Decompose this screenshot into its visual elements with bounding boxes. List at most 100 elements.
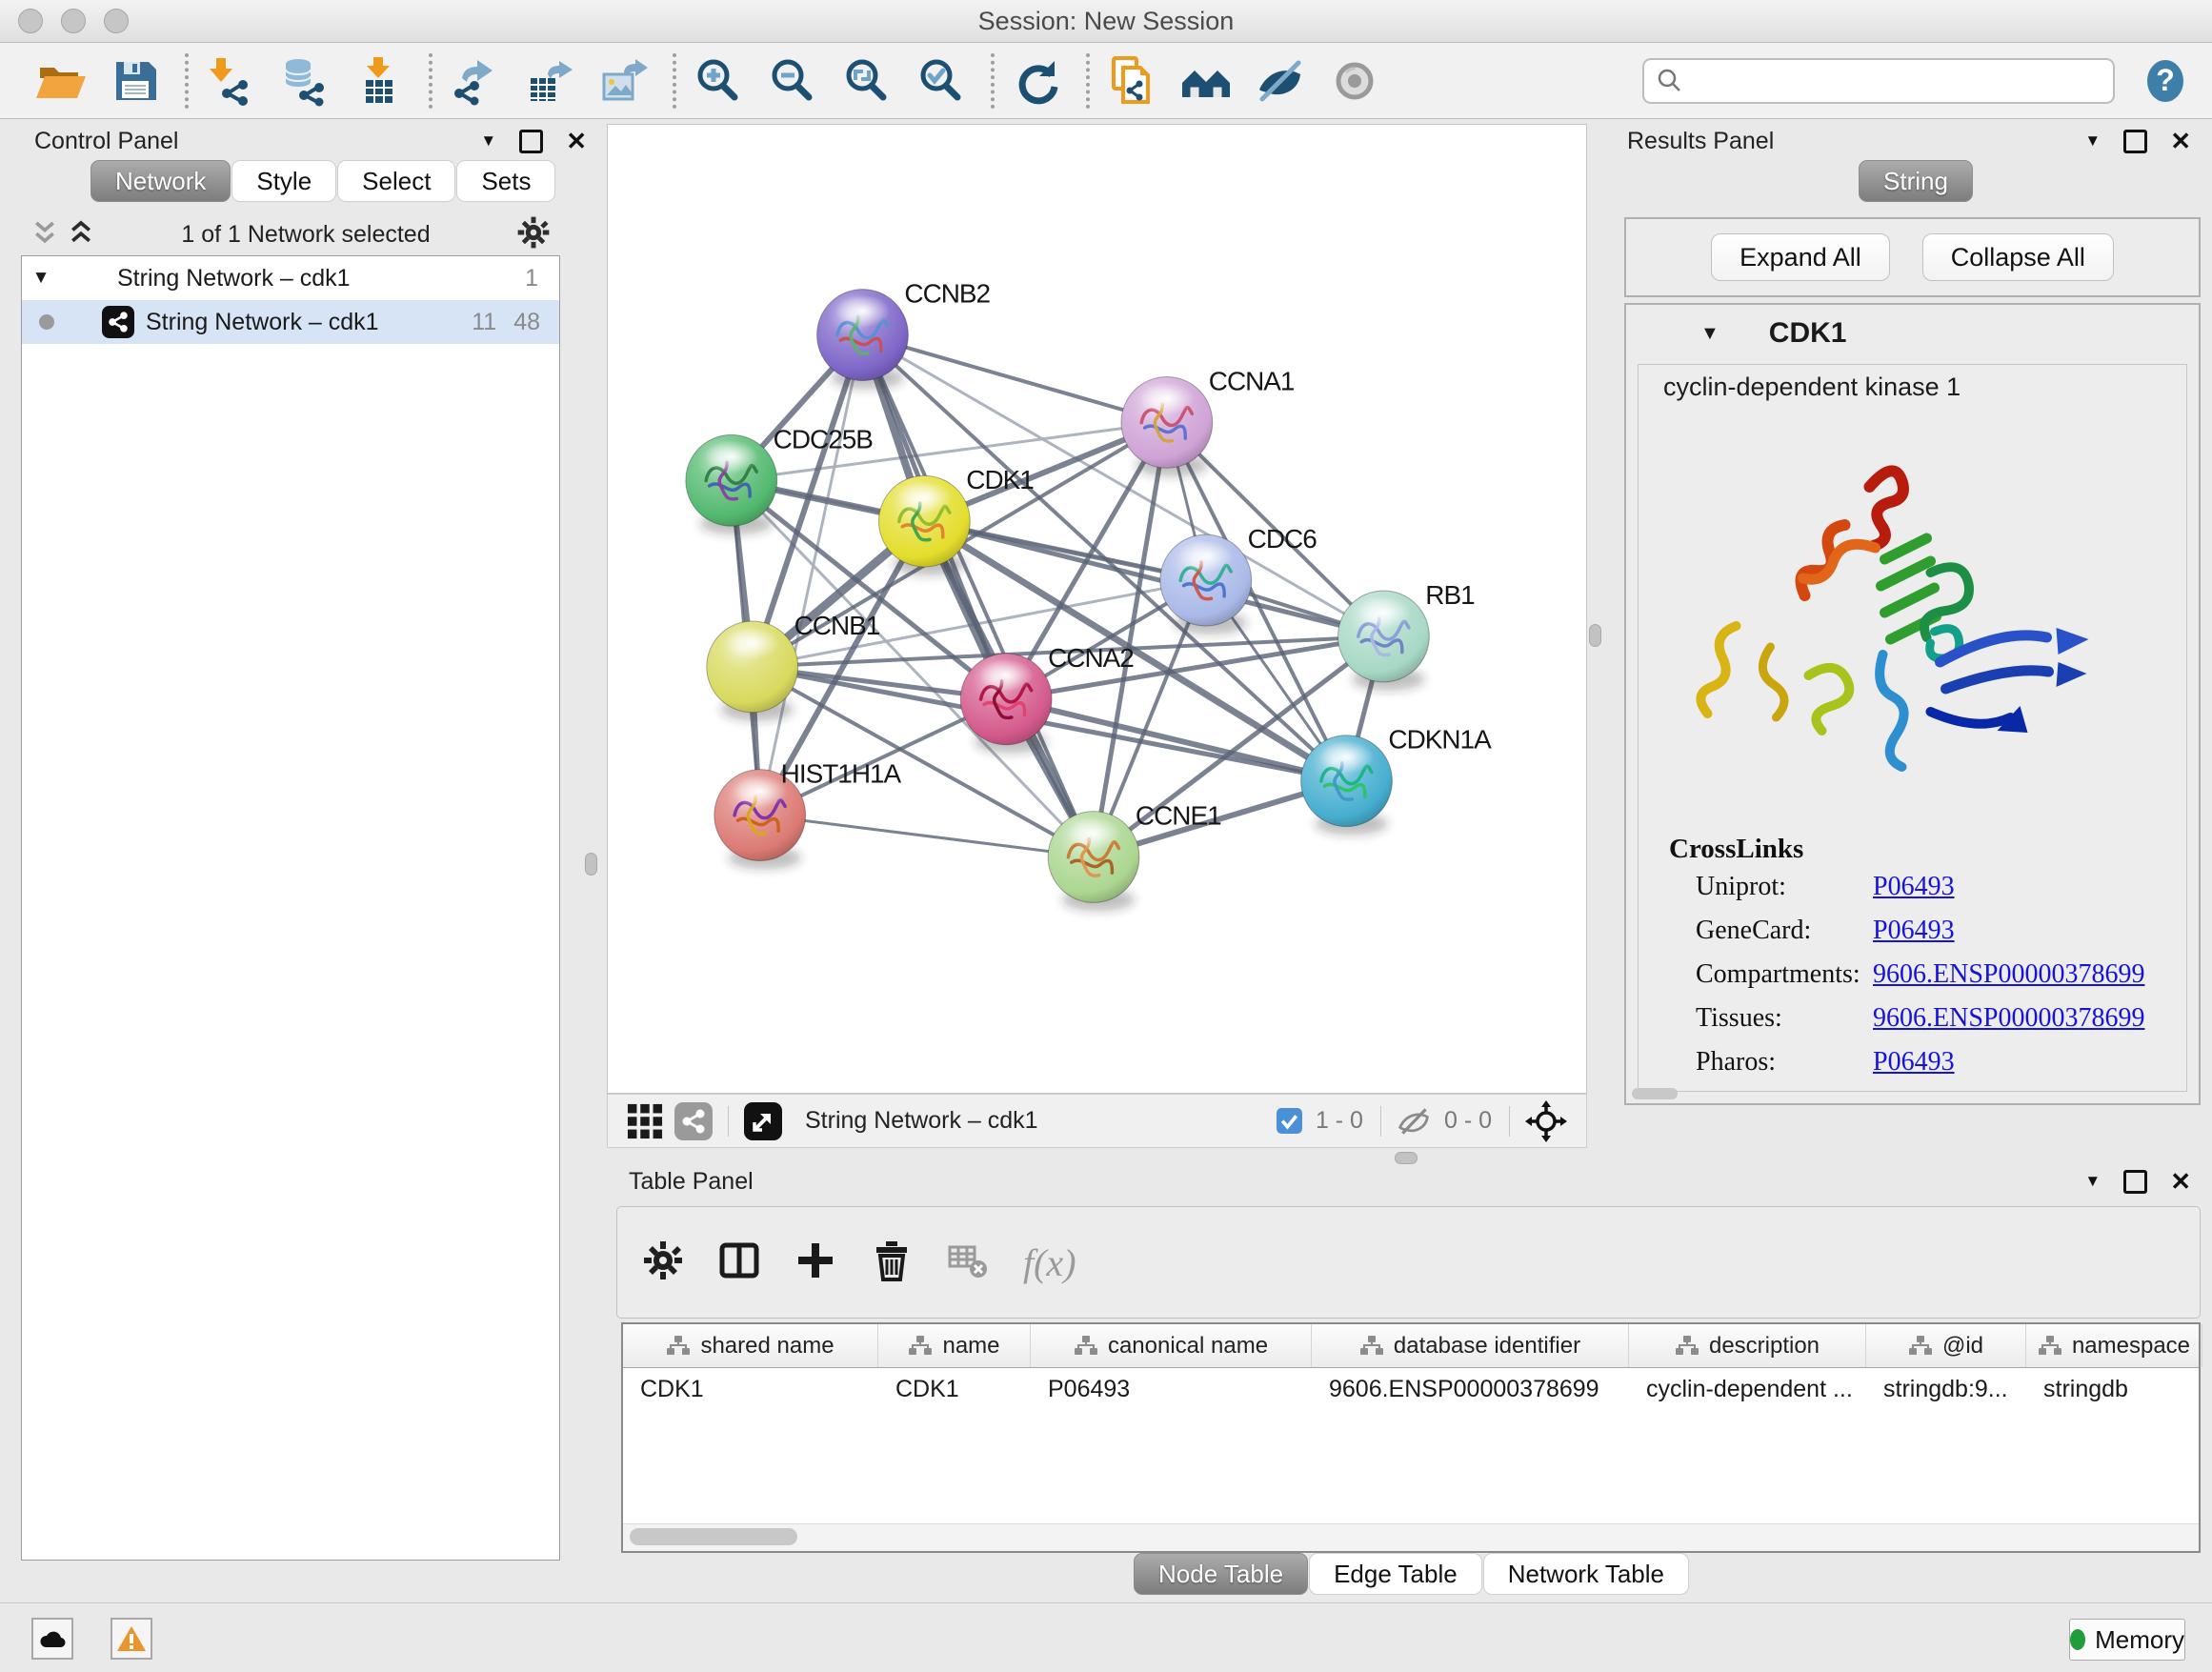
tab-node-table[interactable]: Node Table bbox=[1134, 1553, 1308, 1595]
export-image-button[interactable] bbox=[594, 52, 652, 110]
crosshair-move-button[interactable] bbox=[1525, 1100, 1567, 1142]
selected-checkbox-icon[interactable] bbox=[1277, 1108, 1302, 1134]
crosslink-link[interactable]: 9606.ENSP00000378699 bbox=[1873, 959, 2144, 990]
refresh-button[interactable] bbox=[1008, 52, 1065, 110]
string-home-button[interactable] bbox=[1177, 52, 1235, 110]
network-options-gear-icon[interactable] bbox=[516, 215, 551, 254]
control-panel-close-icon[interactable]: ✕ bbox=[566, 127, 587, 156]
add-column-button[interactable] bbox=[794, 1239, 836, 1286]
crosslink-link[interactable]: P06493 bbox=[1873, 1047, 1955, 1078]
network-node-CCNB1[interactable] bbox=[707, 621, 798, 721]
tab-edge-table[interactable]: Edge Table bbox=[1309, 1553, 1482, 1595]
control-panel-menu-icon[interactable]: ▼ bbox=[480, 131, 496, 151]
tab-network-table[interactable]: Network Table bbox=[1483, 1553, 1689, 1595]
column-header-canonical-name[interactable]: canonical name bbox=[1031, 1324, 1312, 1367]
results-panel-close-icon[interactable]: ✕ bbox=[2170, 127, 2191, 156]
collapse-all-networks-icon[interactable] bbox=[67, 218, 95, 252]
show-all-button[interactable] bbox=[1326, 52, 1383, 110]
network-share-button[interactable] bbox=[674, 1102, 713, 1140]
help-button[interactable]: ? bbox=[2140, 53, 2191, 109]
zoom-out-button[interactable] bbox=[764, 52, 821, 110]
column-header-namespace[interactable]: namespace bbox=[2026, 1324, 2202, 1367]
network-node-CDC25B[interactable] bbox=[686, 434, 777, 534]
right-divider-handle[interactable] bbox=[1589, 624, 1601, 647]
zoom-fit-icon bbox=[841, 55, 893, 107]
column-header-shared-name[interactable]: shared name bbox=[623, 1324, 878, 1367]
table-panel-close-icon[interactable]: ✕ bbox=[2170, 1167, 2191, 1197]
table-options-gear-button[interactable] bbox=[642, 1239, 684, 1286]
zoom-fit-button[interactable] bbox=[838, 52, 895, 110]
import-network-file-button[interactable] bbox=[202, 52, 259, 110]
control-panel-float-icon[interactable] bbox=[519, 130, 543, 153]
warning-status-button[interactable] bbox=[111, 1618, 152, 1660]
table-type-tabs: Node TableEdge TableNetwork Table bbox=[1134, 1553, 1690, 1595]
network-node-CCNE1[interactable] bbox=[1048, 812, 1139, 912]
tab-string[interactable]: String bbox=[1859, 160, 1973, 202]
left-divider-handle[interactable] bbox=[585, 853, 597, 876]
results-scrollbar-thumb[interactable] bbox=[1632, 1088, 1678, 1099]
current-network-title: String Network – cdk1 bbox=[805, 1107, 1038, 1135]
save-session-button[interactable] bbox=[107, 52, 164, 110]
search-field[interactable] bbox=[1642, 58, 2115, 104]
expand-all-networks-icon[interactable] bbox=[30, 218, 59, 252]
network-collection-row[interactable]: ▼ String Network – cdk1 1 bbox=[22, 256, 559, 300]
tab-sets[interactable]: Sets bbox=[456, 160, 555, 202]
zoom-selected-button[interactable] bbox=[913, 52, 970, 110]
crosslink-row: Compartments:9606.ENSP00000378699 bbox=[1669, 953, 2144, 997]
bottom-divider-handle[interactable] bbox=[1395, 1152, 1418, 1164]
memory-button[interactable]: Memory bbox=[2069, 1619, 2185, 1661]
eye-icon bbox=[1329, 55, 1380, 107]
network-node-CDK1[interactable] bbox=[878, 475, 970, 575]
network-node-RB1[interactable] bbox=[1338, 591, 1430, 691]
open-session-button[interactable] bbox=[32, 52, 90, 110]
collection-caret-icon[interactable]: ▼ bbox=[22, 268, 60, 289]
hidden-eye-icon[interactable] bbox=[1397, 1104, 1431, 1138]
column-header-database-identifier[interactable]: database identifier bbox=[1312, 1324, 1629, 1367]
column-header-name[interactable]: name bbox=[878, 1324, 1031, 1367]
crosslink-row: Pharos:P06493 bbox=[1669, 1040, 2144, 1084]
copy-document-button[interactable] bbox=[1103, 52, 1160, 110]
column-hierarchy-icon bbox=[1675, 1335, 1699, 1358]
network-node-CDKN1A[interactable] bbox=[1301, 735, 1393, 836]
scrollbar-thumb[interactable] bbox=[630, 1528, 797, 1545]
table-cell: stringdb:9... bbox=[1866, 1368, 2026, 1410]
export-network-button[interactable] bbox=[446, 52, 503, 110]
import-table-icon bbox=[353, 55, 405, 107]
tab-style[interactable]: Style bbox=[231, 160, 336, 202]
table-panel-float-icon[interactable] bbox=[2123, 1170, 2147, 1194]
hide-selected-button[interactable] bbox=[1252, 52, 1309, 110]
grid-view-button[interactable] bbox=[627, 1103, 663, 1139]
show-columns-button[interactable] bbox=[718, 1239, 760, 1286]
delete-table-button[interactable] bbox=[947, 1239, 989, 1286]
network-canvas[interactable]: CCNB2CCNA1CDC25BCDK1CDC6RB1CCNB1CCNA2CDK… bbox=[607, 124, 1587, 1094]
zoom-in-button[interactable] bbox=[690, 52, 747, 110]
results-panel-float-icon[interactable] bbox=[2123, 130, 2147, 153]
import-table-button[interactable] bbox=[351, 52, 408, 110]
table-horizontal-scrollbar[interactable] bbox=[623, 1523, 2199, 1551]
network-row-selected[interactable]: String Network – cdk1 11 48 bbox=[22, 300, 559, 344]
network-node-CCNA2[interactable] bbox=[960, 654, 1052, 754]
function-builder-button[interactable]: f(x) bbox=[1023, 1240, 1076, 1285]
search-input[interactable] bbox=[1684, 66, 2113, 95]
column-header--id[interactable]: @id bbox=[1866, 1324, 2026, 1367]
import-network-database-button[interactable] bbox=[276, 52, 333, 110]
cloud-status-button[interactable] bbox=[31, 1618, 73, 1660]
detach-view-button[interactable] bbox=[744, 1102, 782, 1140]
table-panel-menu-icon[interactable]: ▼ bbox=[2084, 1172, 2101, 1191]
table-row[interactable]: CDK1CDK1P064939606.ENSP00000378699cyclin… bbox=[623, 1368, 2199, 1410]
table-header-row: shared namenamecanonical namedatabase id… bbox=[623, 1324, 2199, 1368]
crosslink-link[interactable]: P06493 bbox=[1873, 916, 1955, 946]
toolbar-separator bbox=[991, 53, 995, 109]
tab-network[interactable]: Network bbox=[90, 160, 231, 202]
delete-column-button[interactable] bbox=[871, 1239, 913, 1286]
crosslink-link[interactable]: P06493 bbox=[1873, 872, 1955, 902]
expand-all-button[interactable]: Expand All bbox=[1711, 233, 1890, 281]
results-panel-menu-icon[interactable]: ▼ bbox=[2084, 131, 2101, 151]
crosslink-link[interactable]: 9606.ENSP00000378699 bbox=[1873, 1003, 2144, 1034]
tab-select[interactable]: Select bbox=[337, 160, 455, 202]
network-node-CCNA1[interactable] bbox=[1121, 376, 1213, 476]
gene-collapse-caret-icon[interactable]: ▼ bbox=[1700, 323, 1719, 345]
export-table-button[interactable] bbox=[520, 52, 577, 110]
column-header-description[interactable]: description bbox=[1629, 1324, 1866, 1367]
collapse-all-button[interactable]: Collapse All bbox=[1922, 233, 2114, 281]
